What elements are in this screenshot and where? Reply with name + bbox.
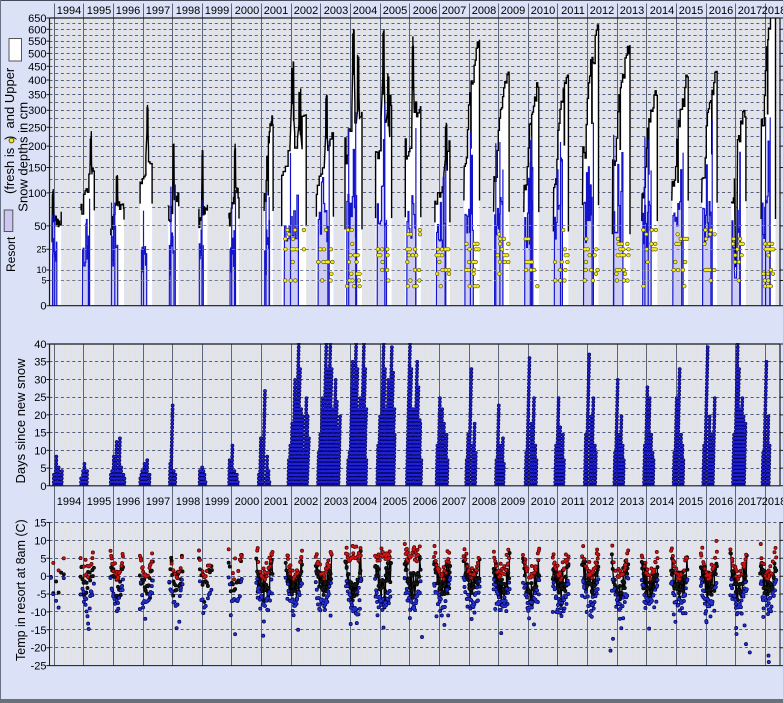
- svg-text:2013: 2013: [620, 496, 644, 508]
- svg-text:650: 650: [28, 13, 46, 25]
- svg-text:1997: 1997: [146, 496, 170, 508]
- svg-text:35: 35: [34, 357, 46, 369]
- svg-text:0: 0: [40, 571, 46, 583]
- svg-text:2009: 2009: [501, 5, 525, 17]
- svg-text:2002: 2002: [294, 5, 318, 17]
- svg-text:Days since new snow: Days since new snow: [13, 358, 28, 484]
- svg-text:2014: 2014: [650, 496, 674, 508]
- svg-text:2005: 2005: [383, 496, 407, 508]
- svg-text:2008: 2008: [472, 496, 496, 508]
- svg-text:10: 10: [36, 265, 46, 275]
- svg-text:Temp in resort at 8am (C): Temp in resort at 8am (C): [14, 519, 28, 661]
- svg-text:2014: 2014: [650, 5, 674, 17]
- svg-text:2004: 2004: [353, 496, 377, 508]
- svg-text:Snow depths in cm: Snow depths in cm: [16, 102, 31, 212]
- svg-text:2001: 2001: [264, 496, 288, 508]
- svg-text:350: 350: [28, 90, 46, 102]
- svg-text:2017: 2017: [738, 5, 762, 17]
- svg-text:2008: 2008: [472, 5, 496, 17]
- svg-text:2000: 2000: [235, 5, 259, 17]
- svg-text:2010: 2010: [531, 496, 555, 508]
- svg-text:1996: 1996: [116, 5, 140, 17]
- svg-text:2001: 2001: [264, 5, 288, 17]
- svg-text:0: 0: [40, 301, 46, 313]
- svg-text:5: 5: [40, 463, 46, 475]
- svg-text:-15: -15: [31, 625, 47, 637]
- svg-text:1995: 1995: [87, 5, 111, 17]
- svg-text:1996: 1996: [116, 496, 140, 508]
- svg-text:400: 400: [28, 75, 46, 87]
- svg-text:2012: 2012: [590, 5, 614, 17]
- svg-text:2003: 2003: [324, 496, 348, 508]
- svg-text:25: 25: [34, 392, 46, 404]
- svg-text:1999: 1999: [205, 496, 229, 508]
- svg-text:50: 50: [34, 221, 46, 233]
- svg-text:2011: 2011: [561, 496, 585, 508]
- svg-text:2016: 2016: [709, 496, 733, 508]
- svg-text:2007: 2007: [442, 5, 466, 17]
- svg-text:1999: 1999: [205, 5, 229, 17]
- svg-text:2010: 2010: [531, 5, 555, 17]
- svg-text:2004: 2004: [353, 5, 377, 17]
- svg-text:2013: 2013: [620, 5, 644, 17]
- svg-text:2005: 2005: [383, 5, 407, 17]
- svg-text:-25: -25: [31, 661, 47, 673]
- svg-text:2017: 2017: [738, 496, 762, 508]
- svg-text:40: 40: [34, 339, 46, 351]
- svg-text:300: 300: [28, 105, 46, 117]
- svg-text:-5: -5: [37, 589, 47, 601]
- svg-text:5: 5: [41, 275, 46, 285]
- svg-text:2018: 2018: [762, 5, 784, 17]
- svg-text:600: 600: [28, 24, 46, 36]
- svg-text:100: 100: [28, 188, 46, 200]
- svg-text:550: 550: [28, 36, 46, 48]
- svg-text:2003: 2003: [324, 5, 348, 17]
- svg-text:30: 30: [34, 374, 46, 386]
- svg-text:Resort: Resort: [4, 236, 18, 272]
- svg-text:2016: 2016: [709, 5, 733, 17]
- svg-text:1994: 1994: [57, 5, 81, 17]
- svg-text:15: 15: [34, 518, 46, 530]
- svg-text:10: 10: [34, 445, 46, 457]
- svg-text:-10: -10: [31, 607, 47, 619]
- svg-text:2002: 2002: [294, 496, 318, 508]
- svg-text:15: 15: [34, 428, 46, 440]
- svg-text:) and Upper: ) and Upper: [2, 67, 17, 140]
- svg-text:2015: 2015: [679, 5, 703, 17]
- svg-text:500: 500: [28, 48, 46, 60]
- svg-text:25: 25: [36, 244, 46, 254]
- svg-text:1994: 1994: [57, 496, 81, 508]
- svg-text:250: 250: [28, 122, 46, 134]
- svg-text:1998: 1998: [176, 5, 200, 17]
- svg-text:2011: 2011: [561, 5, 585, 17]
- svg-text:(fresh is: (fresh is: [2, 147, 17, 194]
- svg-text:0: 0: [40, 481, 46, 493]
- svg-text:1995: 1995: [87, 496, 111, 508]
- svg-text:2000: 2000: [235, 496, 259, 508]
- svg-text:10: 10: [34, 535, 46, 547]
- svg-text:5: 5: [40, 553, 46, 565]
- svg-text:450: 450: [28, 61, 46, 73]
- svg-text:150: 150: [28, 162, 46, 174]
- svg-text:1998: 1998: [176, 496, 200, 508]
- svg-text:-20: -20: [31, 643, 47, 655]
- svg-text:2006: 2006: [413, 5, 437, 17]
- svg-text:2007: 2007: [442, 496, 466, 508]
- svg-text:2018: 2018: [762, 496, 784, 508]
- svg-text:2015: 2015: [679, 496, 703, 508]
- svg-text:200: 200: [28, 141, 46, 153]
- svg-text:20: 20: [34, 410, 46, 422]
- svg-text:2006: 2006: [413, 496, 437, 508]
- svg-text:2012: 2012: [590, 496, 614, 508]
- svg-text:1997: 1997: [146, 5, 170, 17]
- svg-text:2009: 2009: [501, 496, 525, 508]
